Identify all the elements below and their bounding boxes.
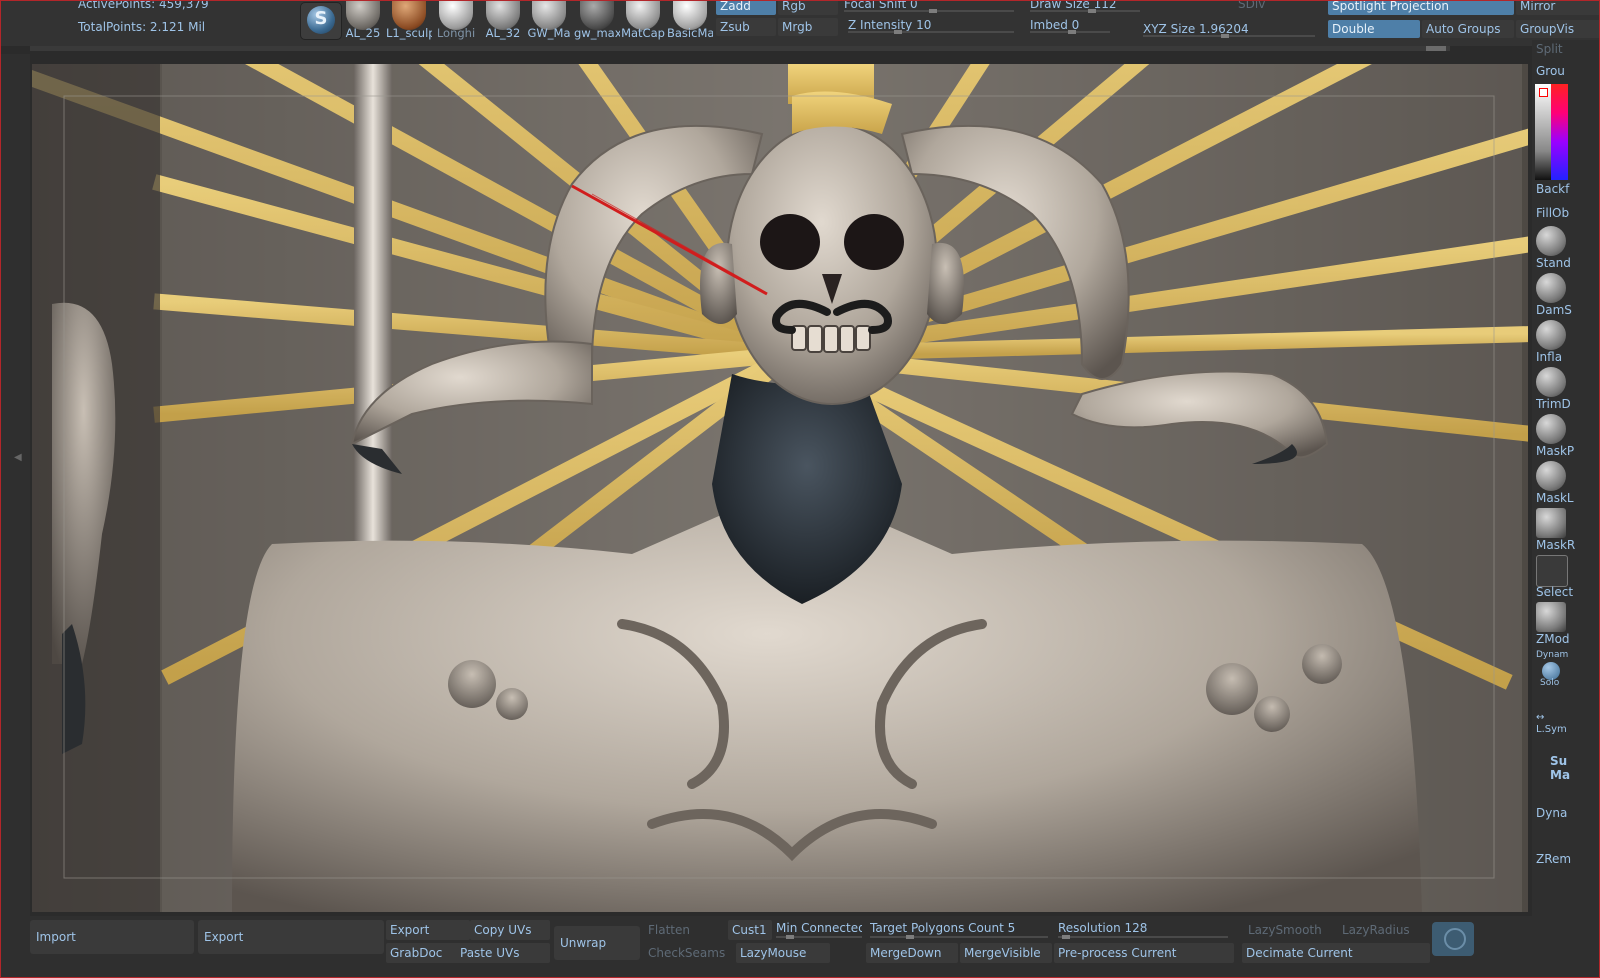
focal-shift-slider[interactable]: Focal Shift 0 (844, 0, 1014, 13)
split-button[interactable]: Split (1536, 42, 1600, 56)
right-shelf: Split Grou Backf FillOb Stand DamS Infla… (1532, 40, 1600, 978)
damstandard-brush-icon[interactable] (1536, 273, 1566, 303)
unwrap-button[interactable]: Unwrap (554, 926, 640, 960)
z-intensity-slider[interactable]: Z Intensity 10 (848, 16, 1014, 34)
viewport-canvas[interactable] (32, 64, 1528, 912)
mrgb-button[interactable]: Mrgb (778, 18, 838, 36)
left-tray: ◀ (0, 54, 30, 920)
checkseams-button[interactable]: CheckSeams (644, 943, 736, 963)
lazyradius-slider[interactable]: LazyRadius (1338, 920, 1430, 940)
backface-button[interactable]: Backf (1536, 182, 1600, 196)
maskrect-brush-icon[interactable] (1536, 508, 1566, 538)
inflate-brush-icon[interactable] (1536, 320, 1566, 350)
sculptris-pro-button[interactable]: S (300, 2, 342, 40)
groups-button[interactable]: Grou (1536, 64, 1600, 78)
lazymouse-button[interactable]: LazyMouse (736, 943, 830, 963)
dynamic-label: Dynam (1536, 650, 1569, 660)
material-gw-max[interactable]: gw_max (574, 0, 620, 44)
color-picker[interactable] (1535, 84, 1568, 180)
draw-size-slider[interactable]: Draw Size 112 (1030, 0, 1140, 13)
zmodeler-brush-icon[interactable] (1536, 602, 1566, 632)
subtool-master-button[interactable]: Su (1550, 754, 1600, 768)
target-polygons-slider[interactable]: Target Polygons Count 5 (870, 919, 1048, 939)
color-selector-icon[interactable] (1539, 88, 1548, 97)
material-matcap[interactable]: MatCap (620, 0, 666, 44)
material-al25[interactable]: AL_25 (340, 0, 386, 44)
preprocess-current-button[interactable]: Pre-process Current (1054, 943, 1234, 963)
material-longhi[interactable]: Longhi (433, 0, 479, 44)
material-al32[interactable]: AL_32 (480, 0, 526, 44)
total-points: TotalPoints: 2.121 Mil (78, 20, 206, 34)
lsym-button[interactable]: L.Sym (1536, 724, 1600, 735)
dynamesh-button[interactable]: Dyna (1536, 806, 1600, 820)
lazysmooth-slider[interactable]: LazySmooth (1244, 920, 1338, 940)
resolution-slider[interactable]: Resolution 128 (1058, 919, 1228, 939)
auto-groups-button[interactable]: Auto Groups (1422, 20, 1514, 38)
fillobject-button[interactable]: FillOb (1536, 206, 1600, 220)
sculpt-render[interactable] (32, 64, 1528, 912)
trimdynamic-brush-icon[interactable] (1536, 367, 1566, 397)
imbed-slider[interactable]: Imbed 0 (1030, 16, 1110, 34)
material-basicma[interactable]: BasicMa (667, 0, 713, 44)
sculptris-icon: S (307, 6, 335, 34)
selectrect-brush-icon[interactable] (1536, 555, 1568, 587)
solo-label: Solo (1540, 678, 1560, 688)
decimate-current-button[interactable]: Decimate Current (1242, 943, 1430, 963)
material-gw-ma[interactable]: GW_Ma (526, 0, 572, 44)
mergevisible-button[interactable]: MergeVisible (960, 943, 1052, 963)
top-toolbar: ActivePoints: 459,379 TotalPoints: 2.121… (0, 0, 1600, 46)
maskpen-brush-icon[interactable] (1536, 414, 1566, 444)
bottom-shelf: Import Export Export Copy UVs GrabDoc Pa… (0, 916, 1600, 978)
material-l1-sculp[interactable]: L1_sculp (386, 0, 432, 44)
double-toggle[interactable]: Double (1328, 20, 1420, 38)
xyz-size-slider[interactable]: XYZ Size 1.96204 (1143, 20, 1315, 38)
local-symmetry-icon[interactable]: ↔ (1536, 712, 1600, 723)
export-texture-button[interactable]: Export (386, 920, 470, 940)
top-scrollbar[interactable] (30, 46, 1450, 51)
mirror-button[interactable]: Mirror (1516, 0, 1600, 15)
mergedown-button[interactable]: MergeDown (866, 943, 958, 963)
record-button[interactable] (1432, 922, 1474, 956)
sdiv-slider[interactable]: SDiv (1180, 0, 1300, 13)
groupvis-button[interactable]: GroupVis (1516, 20, 1600, 38)
circle-icon (1444, 928, 1466, 950)
export-button[interactable]: Export (198, 920, 384, 954)
masklasso-brush-icon[interactable] (1536, 461, 1566, 491)
zremesher-button[interactable]: ZRem (1536, 852, 1600, 866)
paste-uvs-button[interactable]: Paste UVs (456, 943, 550, 963)
cust1-button[interactable]: Cust1 (728, 920, 772, 940)
spotlight-projection-toggle[interactable]: Spotlight Projection (1328, 0, 1514, 15)
flatten-button[interactable]: Flatten (644, 920, 728, 940)
zsub-button[interactable]: Zsub (716, 18, 776, 36)
tray-expand-icon[interactable]: ◀ (14, 452, 22, 463)
rgb-button[interactable]: Rgb (778, 0, 838, 15)
active-points: ActivePoints: 459,379 (78, 0, 209, 11)
min-connected-slider[interactable]: Min Connected (776, 919, 862, 939)
copy-uvs-button[interactable]: Copy UVs (470, 920, 550, 940)
import-button[interactable]: Import (30, 920, 194, 954)
standard-brush-icon[interactable] (1536, 226, 1566, 256)
zadd-button[interactable]: Zadd (716, 0, 776, 15)
